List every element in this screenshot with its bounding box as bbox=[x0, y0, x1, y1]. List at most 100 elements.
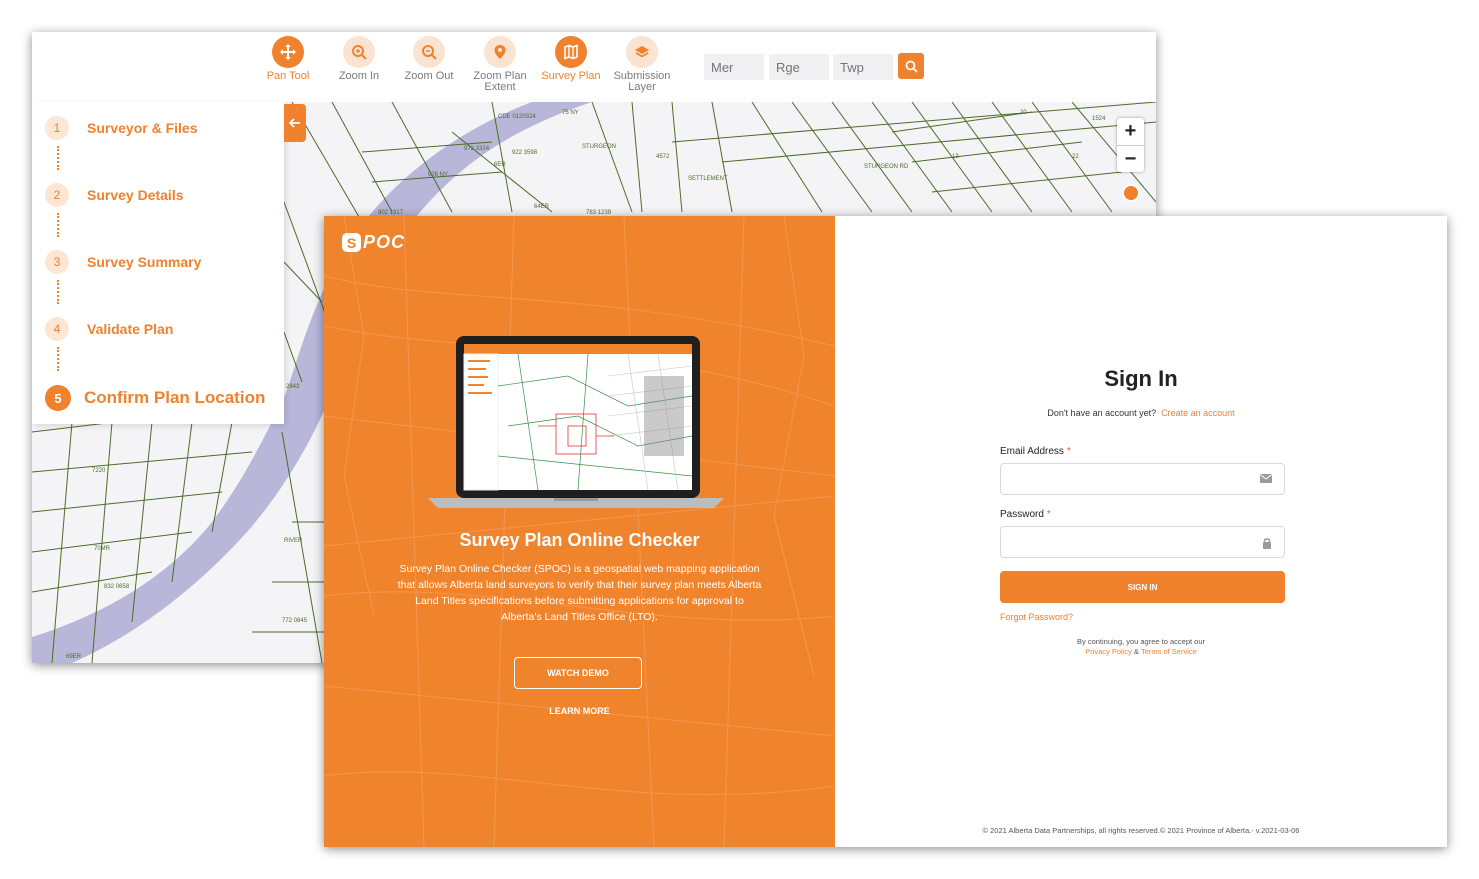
learn-more-link[interactable]: LEARN MORE bbox=[324, 706, 835, 716]
pan-icon bbox=[272, 36, 304, 68]
promo-description: Survey Plan Online Checker (SPOC) is a g… bbox=[397, 563, 762, 623]
map-label: 20 bbox=[1020, 110, 1027, 116]
terms-notice: By continuing, you agree to accept our P… bbox=[835, 637, 1447, 657]
map-label: 69ER bbox=[66, 654, 82, 660]
tool-label: Submission Layer bbox=[613, 70, 671, 93]
map-label: 4572 bbox=[656, 154, 670, 160]
step-connector bbox=[57, 347, 59, 371]
map-label: 972 3324 bbox=[464, 146, 490, 152]
email-label-text: Email Address bbox=[1000, 446, 1064, 457]
copyright-footer: © 2021 Alberta Data Partnerships, all ri… bbox=[982, 826, 1300, 835]
tool-label: Zoom Plan Extent bbox=[473, 70, 527, 93]
step-label: Survey Details bbox=[87, 187, 184, 203]
password-label-text: Password bbox=[1000, 509, 1044, 520]
tool-label: Survey Plan bbox=[541, 70, 601, 82]
sign-in-button[interactable]: SIGN IN bbox=[1000, 571, 1285, 603]
map-label: 64ER bbox=[534, 204, 550, 210]
privacy-policy-link[interactable]: Privacy Policy bbox=[1085, 647, 1132, 656]
zoom-in-button[interactable]: Zoom In bbox=[324, 36, 394, 82]
lock-icon bbox=[1263, 538, 1271, 549]
map-label: CDE 0120324 bbox=[498, 114, 536, 120]
step-connector bbox=[57, 146, 59, 170]
step-label: Survey Summary bbox=[87, 254, 202, 270]
pan-tool-button[interactable]: Pan Tool bbox=[253, 36, 323, 82]
terms-prefix: By continuing, you agree to accept our bbox=[1077, 637, 1205, 646]
map-zoom-in-button[interactable]: + bbox=[1117, 118, 1144, 145]
logo-wordmark: POC bbox=[363, 232, 406, 252]
map-label: RIVER bbox=[284, 538, 303, 544]
signin-window: S POC Survey Plan Online Checker Survey … bbox=[324, 216, 1447, 847]
terms-of-service-link[interactable]: Terms of Service bbox=[1141, 647, 1197, 656]
laptop-illustration bbox=[428, 336, 724, 508]
signin-form-panel: Sign In Don't have an account yet? Create… bbox=[835, 216, 1447, 847]
promo-panel: S POC Survey Plan Online Checker Survey … bbox=[324, 216, 835, 847]
map-label: SETTLEMENT bbox=[688, 176, 728, 182]
step-label: Surveyor & Files bbox=[87, 120, 198, 136]
step-number: 5 bbox=[45, 385, 71, 411]
meridian-input[interactable] bbox=[704, 54, 764, 80]
promo-title: Survey Plan Online Checker bbox=[459, 530, 700, 550]
email-label: Email Address * bbox=[1000, 446, 1071, 457]
envelope-icon bbox=[1260, 474, 1272, 483]
map-zoom-control: + − bbox=[1117, 118, 1144, 172]
tool-label: Zoom In bbox=[338, 70, 380, 82]
search-icon bbox=[905, 60, 918, 73]
signup-prompt: Don't have an account yet? Create an acco… bbox=[835, 408, 1447, 418]
required-mark: * bbox=[1066, 446, 1071, 457]
range-input[interactable] bbox=[769, 54, 829, 80]
password-label: Password * bbox=[1000, 509, 1051, 520]
step-surveyor-files[interactable]: 1 Surveyor & Files bbox=[45, 116, 198, 140]
township-input[interactable] bbox=[833, 54, 893, 80]
map-zoom-out-button[interactable]: − bbox=[1117, 145, 1144, 172]
workflow-steps-panel: 1 Surveyor & Files 2 Survey Details 3 Su… bbox=[32, 102, 284, 424]
step-connector bbox=[57, 280, 59, 304]
watch-demo-button[interactable]: WATCH DEMO bbox=[514, 657, 642, 689]
forgot-password-link[interactable]: Forgot Password? bbox=[1000, 612, 1073, 622]
step-number: 4 bbox=[45, 317, 69, 341]
step-number: 2 bbox=[45, 183, 69, 207]
tool-label: Pan Tool bbox=[266, 70, 310, 82]
zoom-out-icon bbox=[413, 36, 445, 68]
map-label: 13 bbox=[952, 154, 959, 160]
step-confirm-plan-location[interactable]: 5 Confirm Plan Location bbox=[45, 385, 265, 411]
layers-icon bbox=[626, 36, 658, 68]
terms-ampersand: & bbox=[1133, 647, 1139, 656]
survey-plan-button[interactable]: Survey Plan bbox=[536, 36, 606, 82]
create-account-link[interactable]: Create an account bbox=[1161, 408, 1235, 418]
password-field[interactable] bbox=[1000, 526, 1285, 558]
collapse-panel-button[interactable] bbox=[284, 104, 306, 142]
tool-label: Zoom Out bbox=[404, 70, 454, 82]
map-label: 70MR bbox=[94, 546, 111, 552]
map-toolbar: Pan Tool Zoom In Zoom Out Zoom Plan Exte… bbox=[32, 32, 1156, 102]
zoom-out-button[interactable]: Zoom Out bbox=[394, 36, 464, 82]
spoc-logo: S POC bbox=[342, 232, 405, 253]
step-connector bbox=[57, 213, 59, 237]
map-label: 922 3598 bbox=[512, 150, 538, 156]
map-label: 1524 bbox=[1092, 116, 1106, 122]
map-label: 22 bbox=[1072, 154, 1079, 160]
step-label: Confirm Plan Location bbox=[84, 388, 266, 407]
step-label: Validate Plan bbox=[87, 321, 174, 337]
step-number: 3 bbox=[45, 250, 69, 274]
submission-layer-button[interactable]: Submission Layer bbox=[607, 36, 677, 93]
zoom-in-icon bbox=[343, 36, 375, 68]
map-label: 526 NY bbox=[428, 172, 448, 178]
step-survey-details[interactable]: 2 Survey Details bbox=[45, 183, 184, 207]
map-label: 75 NY bbox=[562, 110, 579, 116]
map-label: 772 0845 bbox=[282, 618, 308, 624]
map-label: STURGEON RD bbox=[864, 164, 909, 170]
map-label: 832 0658 bbox=[104, 584, 130, 590]
map-label: 6ER bbox=[494, 162, 506, 168]
no-account-text: Don't have an account yet? bbox=[1047, 408, 1157, 418]
map-label: 2843 bbox=[286, 384, 300, 390]
zoom-plan-extent-button[interactable]: Zoom Plan Extent bbox=[465, 36, 535, 93]
location-pin-icon bbox=[484, 36, 516, 68]
step-number: 1 bbox=[45, 116, 69, 140]
step-survey-summary[interactable]: 3 Survey Summary bbox=[45, 250, 201, 274]
logo-badge: S bbox=[342, 233, 361, 252]
arrow-left-icon bbox=[289, 118, 300, 128]
step-validate-plan[interactable]: 4 Validate Plan bbox=[45, 317, 173, 341]
email-field[interactable] bbox=[1000, 463, 1285, 495]
map-marker-icon[interactable] bbox=[1122, 184, 1140, 202]
search-button[interactable] bbox=[898, 53, 924, 79]
